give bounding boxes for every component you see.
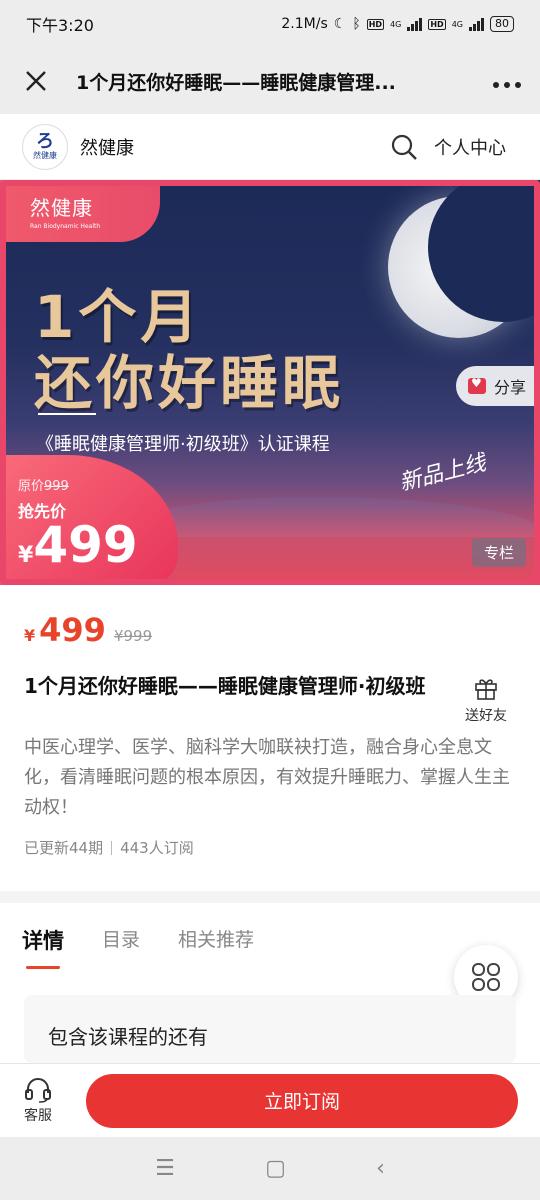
price-currency: ¥ [24, 626, 36, 645]
user-center-link[interactable]: 个人中心 [434, 134, 506, 160]
update-count: 已更新44期 [24, 839, 104, 857]
moon-icon: ☾ [333, 16, 347, 32]
price-line: ¥ 499 ¥999 [24, 611, 516, 649]
title-bar: 1个月还你好睡眠——睡眠健康管理... [0, 48, 540, 114]
network-type-2: 4G [451, 19, 463, 29]
hd-icon-2: HD [428, 18, 446, 30]
banner-headline-2: 还你好睡眠 [34, 349, 345, 417]
banner-divider [38, 413, 96, 415]
network-speed: 2.1M/s [281, 16, 328, 32]
home-icon[interactable]: ▢ [265, 1156, 286, 1181]
subscriber-count: 443人订阅 [120, 839, 194, 857]
subscribe-button[interactable]: 立即订阅 [86, 1073, 518, 1128]
course-description: 中医心理学、医学、脑科学大咖联袂打造，融合身心全息文化，看清睡眠问题的根本原因，… [24, 737, 510, 818]
hd-icon: HD [366, 18, 385, 30]
banner-brand-sub: Ran Biodynamic Health [30, 223, 101, 230]
banner-original-price: 原价999 [18, 475, 178, 494]
detail-section: 详情 目录 相关推荐 包含该课程的还有 [0, 903, 540, 1063]
bluetooth-icon: ᛒ [352, 16, 361, 32]
banner-price-bubble: 原价999 抢先价 ¥499 [0, 455, 178, 585]
close-icon [26, 71, 46, 91]
status-indicators: 2.1M/s ☾ ᛒ HD 4G HD 4G 80 [281, 16, 514, 32]
gift-button[interactable]: 送好友 [456, 675, 516, 725]
grid-menu-icon [472, 963, 500, 991]
banner-brand-name: 然健康 [30, 196, 93, 220]
back-icon[interactable]: ‹ [376, 1156, 385, 1181]
banner-currency: ¥ [18, 543, 34, 568]
customer-service-button[interactable]: 客服 [16, 1077, 60, 1125]
share-label: 分享 [493, 378, 526, 397]
share-button[interactable]: 分享 [455, 366, 540, 406]
banner-original-value: 999 [44, 479, 69, 494]
signal-icon-2 [469, 17, 484, 31]
gift-icon [475, 679, 497, 700]
related-courses-card[interactable]: 包含该课程的还有 [24, 995, 516, 1063]
tab-recommendations[interactable]: 相关推荐 [178, 925, 254, 955]
shop-header: ろ 然健康 然健康 个人中心 [0, 114, 540, 180]
menu-icon[interactable]: ☰ [155, 1156, 175, 1181]
banner-price: ¥499 [18, 520, 178, 581]
battery-icon: 80 [490, 16, 514, 32]
tab-details[interactable]: 详情 [22, 925, 64, 969]
column-tag: 专栏 [471, 538, 526, 567]
close-button[interactable] [18, 63, 54, 99]
current-price: 499 [39, 611, 106, 649]
status-bar: 下午3:20 2.1M/s ☾ ᛒ HD 4G HD 4G 80 [0, 0, 540, 48]
shop-name[interactable]: 然健康 [80, 134, 390, 160]
more-icon [493, 82, 521, 88]
signal-icon [407, 17, 423, 31]
banner-brand: 然健康 Ran Biodynamic Health [0, 180, 160, 242]
headset-icon [25, 1077, 51, 1103]
product-info: ¥ 499 ¥999 1个月还你好睡眠——睡眠健康管理师·初级班 送好友 中医心… [0, 585, 540, 891]
system-nav-bar: ☰ ▢ ‹ [0, 1137, 540, 1200]
bottom-action-bar: 客服 立即订阅 [0, 1063, 540, 1137]
banner-price-value: 499 [33, 516, 138, 574]
share-icon [467, 376, 486, 394]
page-title: 1个月还你好睡眠——睡眠健康管理... [76, 71, 396, 94]
network-type-1: 4G [390, 19, 402, 29]
course-banner: 然健康 Ran Biodynamic Health 分享 1个月 还你好睡眠 《… [0, 180, 540, 585]
course-stats: 已更新44期 443人订阅 [24, 837, 516, 858]
course-title: 1个月还你好睡眠——睡眠健康管理师·初级班 [24, 674, 426, 698]
gift-label: 送好友 [465, 708, 507, 724]
course-title-row: 1个月还你好睡眠——睡眠健康管理师·初级班 送好友 [24, 671, 516, 725]
section-gap [0, 891, 540, 903]
mountain-illustration [140, 497, 540, 537]
status-time: 下午3:20 [26, 16, 94, 35]
search-icon[interactable] [390, 133, 418, 161]
shop-logo[interactable]: ろ 然健康 [22, 123, 68, 170]
logo-mark: ろ [36, 130, 54, 152]
stats-separator [111, 840, 113, 855]
customer-service-label: 客服 [24, 1107, 52, 1124]
banner-original-label: 原价 [18, 479, 45, 494]
new-product-tag: 新品上线 [396, 450, 489, 497]
tab-bar: 详情 目录 相关推荐 [0, 925, 540, 969]
more-button[interactable] [472, 66, 522, 96]
logo-name: 然健康 [33, 150, 57, 160]
original-price: ¥999 [113, 627, 153, 645]
banner-subheading: 《睡眠健康管理师·初级班》认证课程 [36, 434, 330, 455]
tab-catalog[interactable]: 目录 [102, 925, 140, 955]
